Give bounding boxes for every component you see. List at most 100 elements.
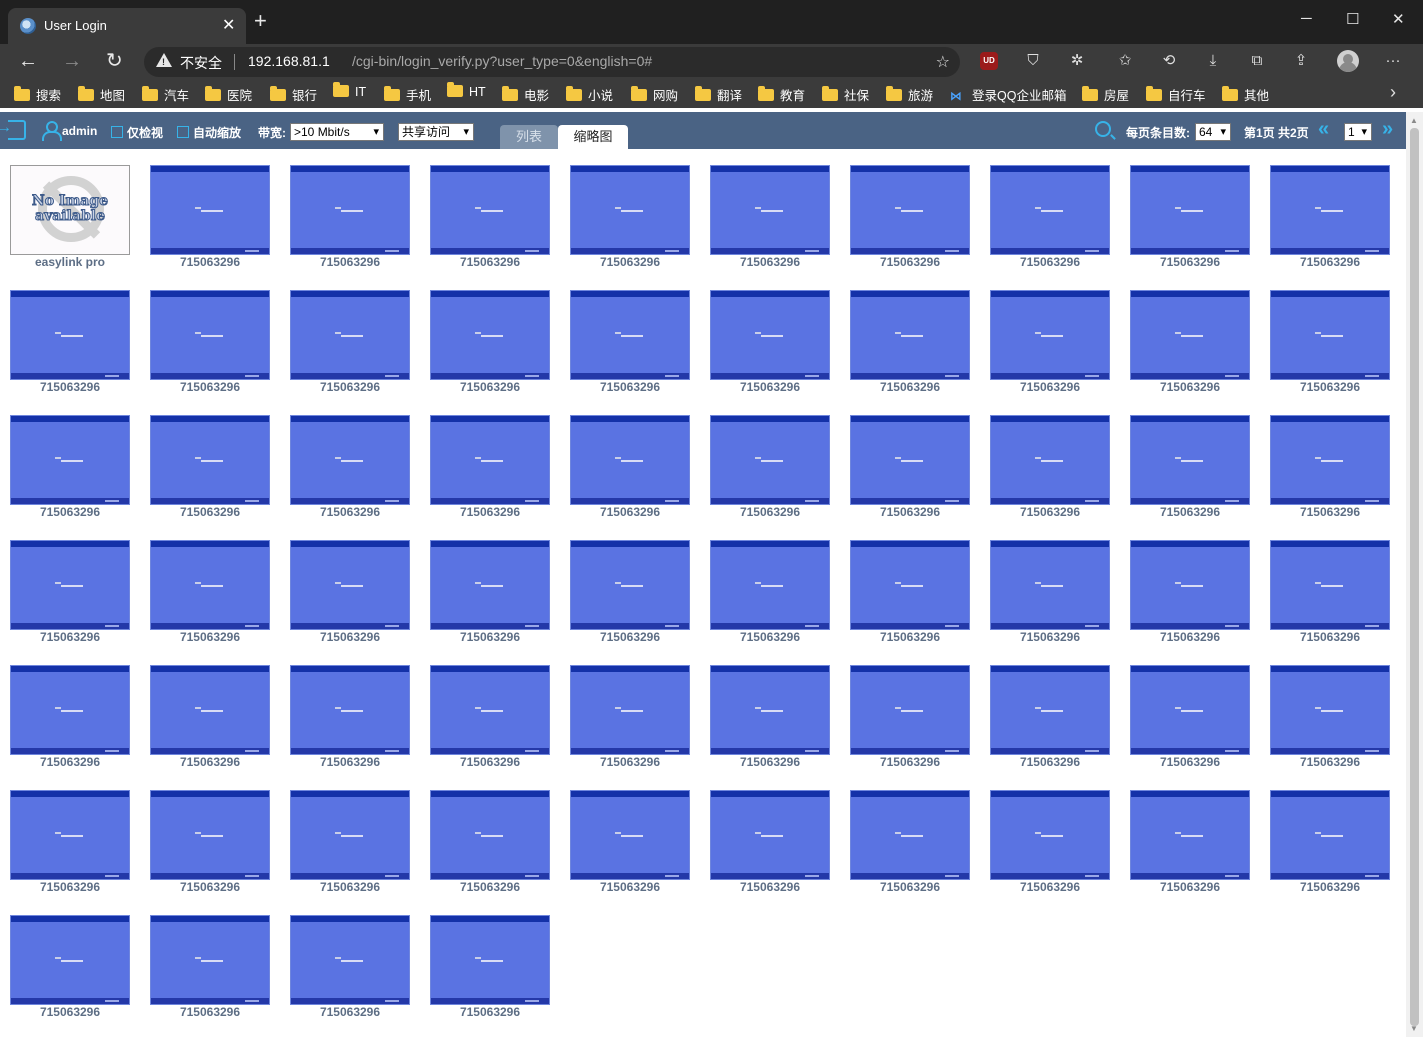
forward-button[interactable]: → (62, 49, 82, 73)
screen-thumbnail[interactable] (430, 165, 550, 255)
device-tile[interactable]: 715063296 (850, 790, 970, 900)
device-name-label[interactable]: 715063296 (10, 505, 130, 519)
device-tile[interactable]: 715063296 (990, 790, 1110, 900)
device-name-label[interactable]: 715063296 (990, 505, 1110, 519)
device-tile[interactable]: 715063296 (1270, 665, 1390, 775)
device-name-label[interactable]: 715063296 (990, 880, 1110, 894)
device-name-label[interactable]: 715063296 (710, 630, 830, 644)
device-name-label[interactable]: 715063296 (10, 755, 130, 769)
device-tile[interactable]: 715063296 (990, 165, 1110, 275)
device-name-label[interactable]: 715063296 (1130, 880, 1250, 894)
device-tile[interactable]: 715063296 (290, 165, 410, 275)
screen-thumbnail[interactable] (150, 415, 270, 505)
screen-thumbnail[interactable] (850, 540, 970, 630)
screen-thumbnail[interactable] (150, 915, 270, 1005)
screen-thumbnail[interactable] (850, 790, 970, 880)
device-tile[interactable]: 715063296 (150, 790, 270, 900)
device-name-label[interactable]: 715063296 (10, 380, 130, 394)
device-tile[interactable]: 715063296 (290, 540, 410, 650)
device-name-label[interactable]: 715063296 (290, 380, 410, 394)
tab-thumbnail-view[interactable]: 缩略图 (558, 125, 628, 149)
device-name-label[interactable]: 715063296 (990, 255, 1110, 269)
device-name-label[interactable]: 715063296 (290, 880, 410, 894)
device-tile[interactable]: 715063296 (10, 790, 130, 900)
screen-thumbnail[interactable] (850, 665, 970, 755)
screen-thumbnail[interactable] (1270, 165, 1390, 255)
device-name-label[interactable]: 715063296 (150, 755, 270, 769)
device-tile[interactable]: 715063296 (850, 540, 970, 650)
device-tile[interactable]: 715063296 (850, 665, 970, 775)
screen-thumbnail[interactable] (290, 790, 410, 880)
screen-thumbnail[interactable] (850, 290, 970, 380)
bookmark-item[interactable]: 翻译 (695, 85, 742, 103)
device-name-label[interactable]: 715063296 (850, 505, 970, 519)
device-name-label[interactable]: 715063296 (10, 630, 130, 644)
device-name-label[interactable]: 715063296 (290, 505, 410, 519)
device-tile[interactable]: No Image available easylink pro (10, 165, 130, 275)
vertical-scrollbar[interactable]: ▲ ▼ (1406, 112, 1423, 1037)
bookmark-item[interactable]: 自行车 (1146, 85, 1206, 103)
device-tile[interactable]: 715063296 (290, 665, 410, 775)
screen-thumbnail[interactable] (290, 915, 410, 1005)
security-label[interactable]: 不安全 (180, 53, 222, 73)
device-name-label[interactable]: 715063296 (1270, 755, 1390, 769)
ublock-icon[interactable]: UD (980, 52, 998, 70)
device-name-label[interactable]: 715063296 (570, 755, 690, 769)
maximize-button[interactable]: ☐ (1346, 10, 1359, 28)
device-name-label[interactable]: 715063296 (990, 755, 1110, 769)
browser-tab[interactable]: User Login ✕ (8, 8, 246, 44)
device-name-label[interactable]: 715063296 (10, 1005, 130, 1019)
device-name-label[interactable]: 715063296 (430, 880, 550, 894)
device-name-label[interactable]: 715063296 (290, 255, 410, 269)
screen-thumbnail[interactable] (150, 790, 270, 880)
screen-thumbnail[interactable] (570, 290, 690, 380)
device-tile[interactable]: 715063296 (570, 165, 690, 275)
device-tile[interactable]: 715063296 (1130, 415, 1250, 525)
bookmark-item[interactable]: 旅游 (886, 85, 933, 103)
device-tile[interactable]: 715063296 (430, 915, 550, 1025)
bookmark-item[interactable]: 房屋 (1082, 85, 1129, 103)
next-page-icon[interactable]: » (1382, 118, 1393, 140)
screen-thumbnail[interactable] (430, 540, 550, 630)
screen-thumbnail[interactable] (290, 290, 410, 380)
device-name-label[interactable]: 715063296 (290, 1005, 410, 1019)
device-name-label[interactable]: 715063296 (850, 380, 970, 394)
device-tile[interactable]: 715063296 (150, 665, 270, 775)
device-tile[interactable]: 715063296 (990, 665, 1110, 775)
share-icon[interactable]: ⇪ (1292, 52, 1310, 70)
device-tile[interactable]: 715063296 (710, 665, 830, 775)
bookmark-item[interactable]: 搜索 (14, 85, 61, 103)
device-tile[interactable]: 715063296 (570, 415, 690, 525)
device-tile[interactable]: 715063296 (10, 540, 130, 650)
per-page-select[interactable]: 64 ▾ (1195, 123, 1231, 141)
favorites-icon[interactable]: ✩ (1116, 52, 1134, 70)
device-tile[interactable]: 715063296 (850, 165, 970, 275)
device-tile[interactable]: 715063296 (290, 290, 410, 400)
device-name-label[interactable]: 715063296 (990, 380, 1110, 394)
no-image-thumbnail[interactable]: No Image available (10, 165, 130, 255)
device-tile[interactable]: 715063296 (10, 915, 130, 1025)
scrollbar-thumb[interactable] (1410, 128, 1419, 1026)
device-name-label[interactable]: 715063296 (150, 380, 270, 394)
device-name-label[interactable]: 715063296 (430, 380, 550, 394)
device-name-label[interactable]: 715063296 (850, 755, 970, 769)
minimize-button[interactable]: ─ (1301, 10, 1312, 27)
page-select[interactable]: 1 ▾ (1344, 123, 1372, 141)
device-name-label[interactable]: 715063296 (1130, 755, 1250, 769)
device-tile[interactable]: 715063296 (150, 415, 270, 525)
device-tile[interactable]: 715063296 (1130, 790, 1250, 900)
device-tile[interactable]: 715063296 (290, 415, 410, 525)
screen-thumbnail[interactable] (570, 165, 690, 255)
device-tile[interactable]: 715063296 (710, 165, 830, 275)
device-name-label[interactable]: 715063296 (1270, 255, 1390, 269)
screen-thumbnail[interactable] (1130, 290, 1250, 380)
device-name-label[interactable]: 715063296 (710, 755, 830, 769)
screen-thumbnail[interactable] (10, 540, 130, 630)
view-only-checkbox[interactable] (111, 126, 123, 138)
bookmark-item[interactable]: 汽车 (142, 85, 189, 103)
collections-icon[interactable]: ⧉ (1248, 52, 1266, 70)
device-tile[interactable]: 715063296 (1270, 540, 1390, 650)
screen-thumbnail[interactable] (710, 290, 830, 380)
screen-thumbnail[interactable] (1270, 790, 1390, 880)
device-name-label[interactable]: 715063296 (10, 880, 130, 894)
